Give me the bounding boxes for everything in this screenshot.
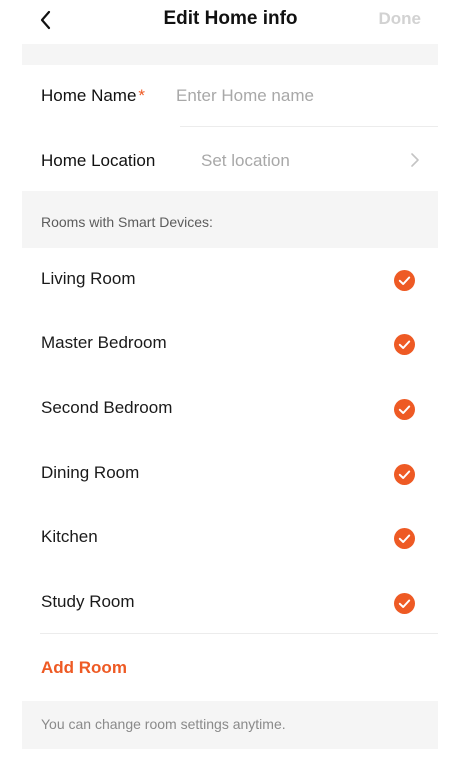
- room-label: Living Room: [41, 269, 136, 288]
- required-mark: *: [138, 86, 146, 105]
- room-item-kitchen[interactable]: Kitchen: [22, 506, 438, 570]
- add-room-button[interactable]: Add Room: [41, 658, 127, 678]
- divider: [180, 126, 438, 127]
- done-button[interactable]: Done: [379, 9, 422, 29]
- room-label: Second Bedroom: [41, 398, 173, 417]
- check-icon[interactable]: [394, 528, 415, 549]
- check-icon[interactable]: [394, 270, 415, 291]
- home-location-selector[interactable]: Set location: [170, 140, 438, 180]
- home-name-input[interactable]: [176, 80, 416, 112]
- room-label: Dining Room: [41, 463, 140, 482]
- footer-note: You can change room settings anytime.: [41, 716, 286, 732]
- home-location-value: Set location: [201, 151, 290, 170]
- room-label: Kitchen: [41, 527, 98, 546]
- room-label: Master Bedroom: [41, 333, 167, 352]
- top-spacer: [22, 44, 438, 65]
- check-icon[interactable]: [394, 334, 415, 355]
- check-icon[interactable]: [394, 464, 415, 485]
- home-name-label: Home Name *: [41, 86, 145, 106]
- home-location-label: Home Location: [41, 151, 156, 170]
- room-item-study-room[interactable]: Study Room: [22, 571, 438, 635]
- check-icon[interactable]: [394, 399, 415, 420]
- check-icon[interactable]: [394, 593, 415, 614]
- chevron-right-icon: [411, 153, 419, 167]
- room-item-master-bedroom[interactable]: Master Bedroom: [22, 312, 438, 376]
- room-item-second-bedroom[interactable]: Second Bedroom: [22, 377, 438, 441]
- room-item-living-room[interactable]: Living Room: [22, 248, 438, 312]
- divider: [40, 633, 438, 634]
- top-bar: Edit Home info Done: [0, 0, 461, 44]
- room-item-dining-room[interactable]: Dining Room: [22, 442, 438, 506]
- home-name-label-text: Home Name: [41, 86, 137, 105]
- rooms-section-label: Rooms with Smart Devices:: [41, 214, 213, 230]
- room-label: Study Room: [41, 592, 135, 611]
